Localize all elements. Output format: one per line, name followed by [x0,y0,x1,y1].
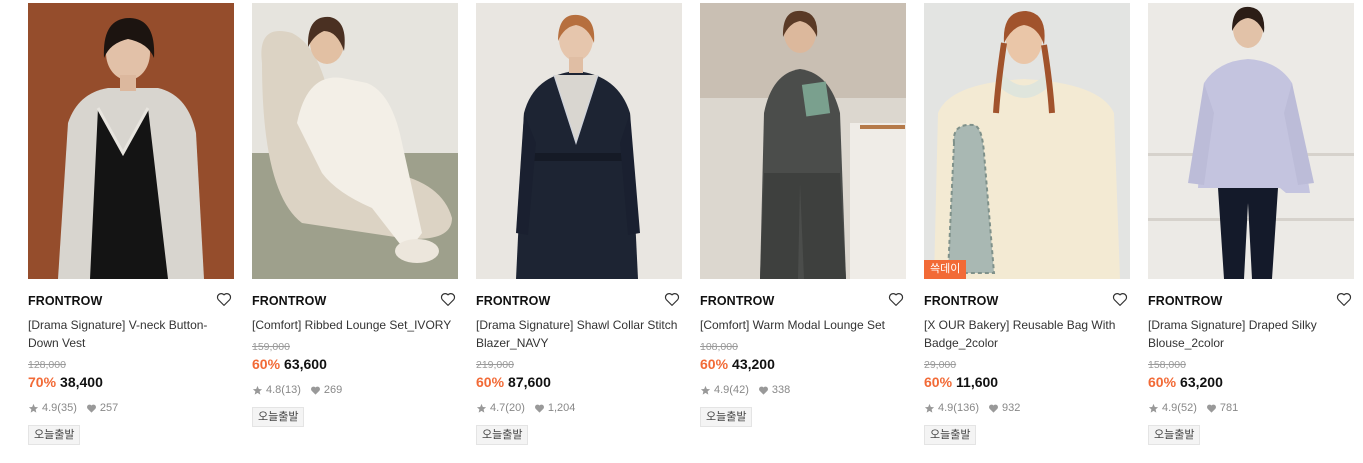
review-count: (136) [953,402,979,414]
star-icon [1148,403,1159,413]
wishlist-heart-icon[interactable] [887,290,905,308]
product-stats: 4.9 (52) 781 [1148,401,1354,415]
promo-badge: 쓱데이 [924,260,967,279]
product-stats: 4.9 (42) 338 [700,383,906,397]
product-name[interactable]: [Comfort] Ribbed Lounge Set_IVORY [252,316,458,334]
star-icon [476,403,487,413]
price-row: 60% 63,200 [1148,373,1354,391]
sale-price: 43,200 [732,356,775,372]
product-stats: 4.8 (13) 269 [252,383,458,397]
price-row: 60% 87,600 [476,373,682,391]
review-count: (20) [505,402,525,414]
product-card[interactable]: FRONTROW [Drama Signature] V-neck Button… [28,3,234,445]
sale-price: 63,600 [284,356,327,372]
product-card[interactable]: FRONTROW [Drama Signature] Shawl Collar … [476,3,682,445]
star-icon [252,385,263,395]
review-count: (13) [281,384,301,396]
star-icon [700,385,711,395]
discount-rate: 70% [28,374,57,390]
review-count: (42) [729,384,749,396]
product-image[interactable] [1148,3,1354,279]
likes-count: 257 [99,402,119,414]
likes-heart-icon [1206,404,1216,413]
original-price: 158,000 [1148,359,1186,371]
discount-rate: 60% [700,356,729,372]
product-image[interactable]: 쓱데이 [924,3,1130,279]
brand-name[interactable]: FRONTROW [28,293,234,309]
original-price: 108,000 [700,341,738,353]
star-icon [924,403,935,413]
rating: 4.9 [1162,402,1178,414]
original-price: 219,000 [476,359,514,371]
original-price: 29,000 [924,359,957,371]
likes-count: 932 [1001,402,1021,414]
discount-rate: 60% [1148,374,1177,390]
product-stats: 4.9 (35) 257 [28,401,234,415]
likes-heart-icon [310,386,320,395]
price-row: 60% 63,600 [252,355,458,373]
product-card[interactable]: FRONTROW [Comfort] Warm Modal Lounge Set… [700,3,906,427]
rating: 4.8 [266,384,282,396]
price-row: 60% 43,200 [700,355,906,373]
product-card[interactable]: FRONTROW [Comfort] Ribbed Lounge Set_IVO… [252,3,458,427]
brand-name[interactable]: FRONTROW [700,293,906,309]
product-name[interactable]: [Drama Signature] V-neck Button-Down Ves… [28,316,234,352]
shipping-tag: 오늘출발 [476,425,529,445]
likes-count: 781 [1219,402,1239,414]
sale-price: 11,600 [956,374,999,390]
likes-heart-icon [758,386,768,395]
product-image[interactable] [252,3,458,279]
original-price: 128,000 [28,359,66,371]
likes-heart-icon [534,404,544,413]
product-name[interactable]: [Drama Signature] Shawl Collar Stitch Bl… [476,316,682,352]
rating: 4.9 [42,402,58,414]
likes-count: 338 [771,384,791,396]
likes-count: 269 [323,384,343,396]
product-image[interactable] [700,3,906,279]
review-count: (35) [57,402,77,414]
brand-name[interactable]: FRONTROW [252,293,458,309]
discount-rate: 60% [924,374,953,390]
product-image[interactable] [476,3,682,279]
rating: 4.7 [490,402,506,414]
product-card[interactable]: 쓱데이 FRONTROW [X OUR Bakery] Reusable Bag… [924,3,1130,445]
review-count: (52) [1177,402,1197,414]
product-stats: 4.9 (136) 932 [924,401,1130,415]
shipping-tag: 오늘출발 [1148,425,1201,445]
sale-price: 63,200 [1180,374,1223,390]
price-row: 60% 11,600 [924,373,1130,391]
wishlist-heart-icon[interactable] [1111,290,1129,308]
wishlist-heart-icon[interactable] [1335,290,1353,308]
original-price: 159,000 [252,341,290,353]
product-image[interactable] [28,3,234,279]
likes-count: 1,204 [547,402,576,414]
discount-rate: 60% [476,374,505,390]
product-grid: FRONTROW [Drama Signature] V-neck Button… [0,0,1363,463]
shipping-tag: 오늘출발 [924,425,977,445]
product-name[interactable]: [X OUR Bakery] Reusable Bag With Badge_2… [924,316,1130,352]
product-name[interactable]: [Drama Signature] Draped Silky Blouse_2c… [1148,316,1354,352]
wishlist-heart-icon[interactable] [215,290,233,308]
shipping-tag: 오늘출발 [28,425,81,445]
sale-price: 87,600 [508,374,551,390]
brand-name[interactable]: FRONTROW [924,293,1130,309]
wishlist-heart-icon[interactable] [439,290,457,308]
price-row: 70% 38,400 [28,373,234,391]
star-icon [28,403,39,413]
brand-name[interactable]: FRONTROW [1148,293,1354,309]
discount-rate: 60% [252,356,281,372]
brand-name[interactable]: FRONTROW [476,293,682,309]
likes-heart-icon [989,404,998,413]
likes-heart-icon [86,404,96,413]
product-name[interactable]: [Comfort] Warm Modal Lounge Set [700,316,906,334]
shipping-tag: 오늘출발 [700,407,753,427]
rating: 4.9 [938,402,954,414]
wishlist-heart-icon[interactable] [663,290,681,308]
product-card[interactable]: FRONTROW [Drama Signature] Draped Silky … [1148,3,1354,445]
sale-price: 38,400 [60,374,103,390]
shipping-tag: 오늘출발 [252,407,305,427]
rating: 4.9 [714,384,730,396]
product-stats: 4.7 (20) 1,204 [476,401,682,415]
